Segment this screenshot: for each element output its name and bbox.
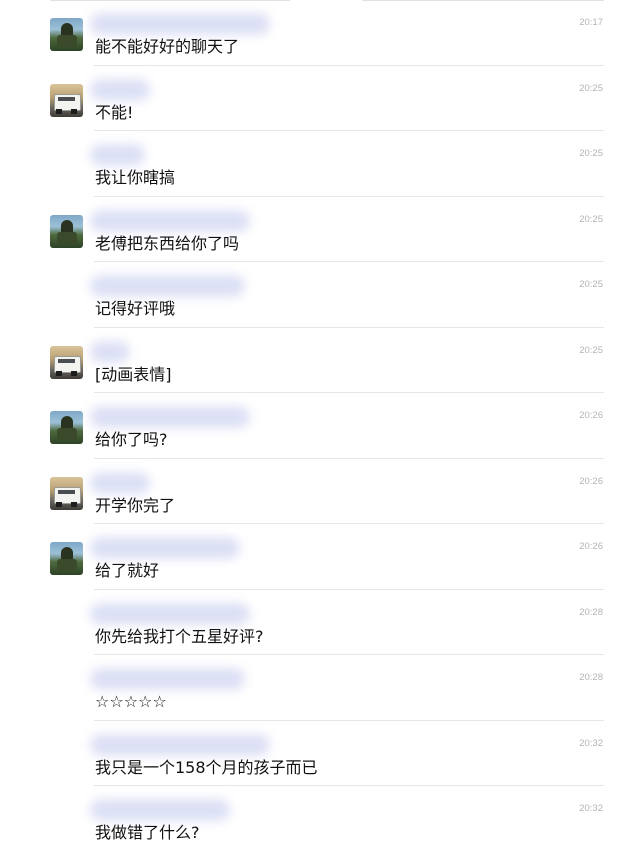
message-row[interactable]: 20:25 老傅把东西给你了吗 bbox=[0, 197, 640, 262]
message-text: 你先给我打个五星好评? bbox=[95, 626, 264, 646]
message-text: 我让你瞎搞 bbox=[95, 168, 176, 187]
message-time: 20:28 bbox=[579, 606, 603, 618]
message-row[interactable]: 20:32 我只是一个158个月的孩子而已 bbox=[0, 721, 640, 786]
message-text: 能不能好好的聊天了 bbox=[95, 37, 240, 56]
sender-name-redacted bbox=[90, 406, 250, 428]
message-time: 20:25 bbox=[579, 82, 603, 94]
message-time: 20:32 bbox=[579, 737, 603, 749]
message-row[interactable]: 20:28 你先给我打个五星好评? bbox=[0, 590, 640, 655]
sender-name-redacted bbox=[90, 537, 240, 559]
message-row[interactable]: 20:17 能不能好好的聊天了 bbox=[0, 0, 640, 66]
message-row[interactable]: 20:25 不能! bbox=[0, 66, 640, 131]
soldier-avatar[interactable] bbox=[50, 542, 83, 575]
message-text: 给你了吗? bbox=[95, 430, 168, 449]
message-text: 不能! bbox=[95, 102, 134, 122]
message-row[interactable]: 20:26 给了就好 bbox=[0, 524, 640, 590]
message-time: 20:26 bbox=[579, 475, 603, 487]
soldier-avatar[interactable] bbox=[50, 411, 83, 444]
message-text: 我做错了什么? bbox=[95, 823, 200, 842]
message-text: 给了就好 bbox=[95, 561, 160, 580]
message-row[interactable]: 20:32 我做错了什么? bbox=[0, 786, 640, 852]
message-time: 20:25 bbox=[579, 213, 603, 225]
message-time: 20:17 bbox=[579, 17, 603, 28]
message-row[interactable]: 20:25 记得好评哦 bbox=[0, 262, 640, 328]
soldier-avatar[interactable] bbox=[50, 18, 83, 51]
jeep-avatar[interactable] bbox=[50, 83, 83, 117]
sender-name-redacted bbox=[90, 78, 150, 101]
message-row[interactable]: 20:26 开学你完了 bbox=[0, 459, 640, 524]
message-text: 记得好评哦 bbox=[95, 299, 176, 318]
sender-name-redacted bbox=[90, 144, 145, 166]
jeep-avatar[interactable] bbox=[50, 345, 83, 379]
chat-history-list[interactable]: 20:17 能不能好好的聊天了 20:25 不能! 20:25 我让你瞎搞 20:25 老傅把… bbox=[0, 0, 640, 852]
message-time: 20:26 bbox=[579, 410, 603, 421]
sender-name-redacted bbox=[90, 668, 245, 690]
message-text: [动画表情] bbox=[95, 364, 172, 384]
message-text: 老傅把东西给你了吗 bbox=[95, 233, 240, 253]
message-time: 20:25 bbox=[579, 279, 603, 290]
soldier-avatar[interactable] bbox=[50, 214, 83, 248]
message-row[interactable]: 20:25 我让你瞎搞 bbox=[0, 131, 640, 197]
sender-name-redacted bbox=[90, 340, 130, 363]
sender-name-redacted bbox=[90, 275, 245, 297]
message-time: 20:25 bbox=[579, 344, 603, 356]
sender-name-redacted bbox=[90, 602, 250, 625]
jeep-avatar[interactable] bbox=[50, 476, 83, 510]
message-text: ☆☆☆☆☆ bbox=[95, 692, 167, 711]
sender-name-redacted bbox=[90, 209, 250, 232]
message-row[interactable]: 20:25 [动画表情] bbox=[0, 328, 640, 393]
sender-name-redacted bbox=[90, 471, 150, 494]
sender-name-redacted bbox=[90, 13, 270, 35]
sender-name-redacted bbox=[90, 799, 230, 821]
message-row[interactable]: 20:26 给你了吗? bbox=[0, 393, 640, 459]
message-text: 我只是一个158个月的孩子而已 bbox=[95, 757, 318, 777]
message-time: 20:32 bbox=[579, 803, 603, 814]
message-time: 20:28 bbox=[579, 672, 603, 683]
message-row[interactable]: 20:28 ☆☆☆☆☆ bbox=[0, 655, 640, 721]
message-text: 开学你完了 bbox=[95, 495, 176, 515]
message-time: 20:26 bbox=[579, 541, 603, 552]
sender-name-redacted bbox=[90, 733, 270, 756]
message-time: 20:25 bbox=[579, 148, 603, 159]
